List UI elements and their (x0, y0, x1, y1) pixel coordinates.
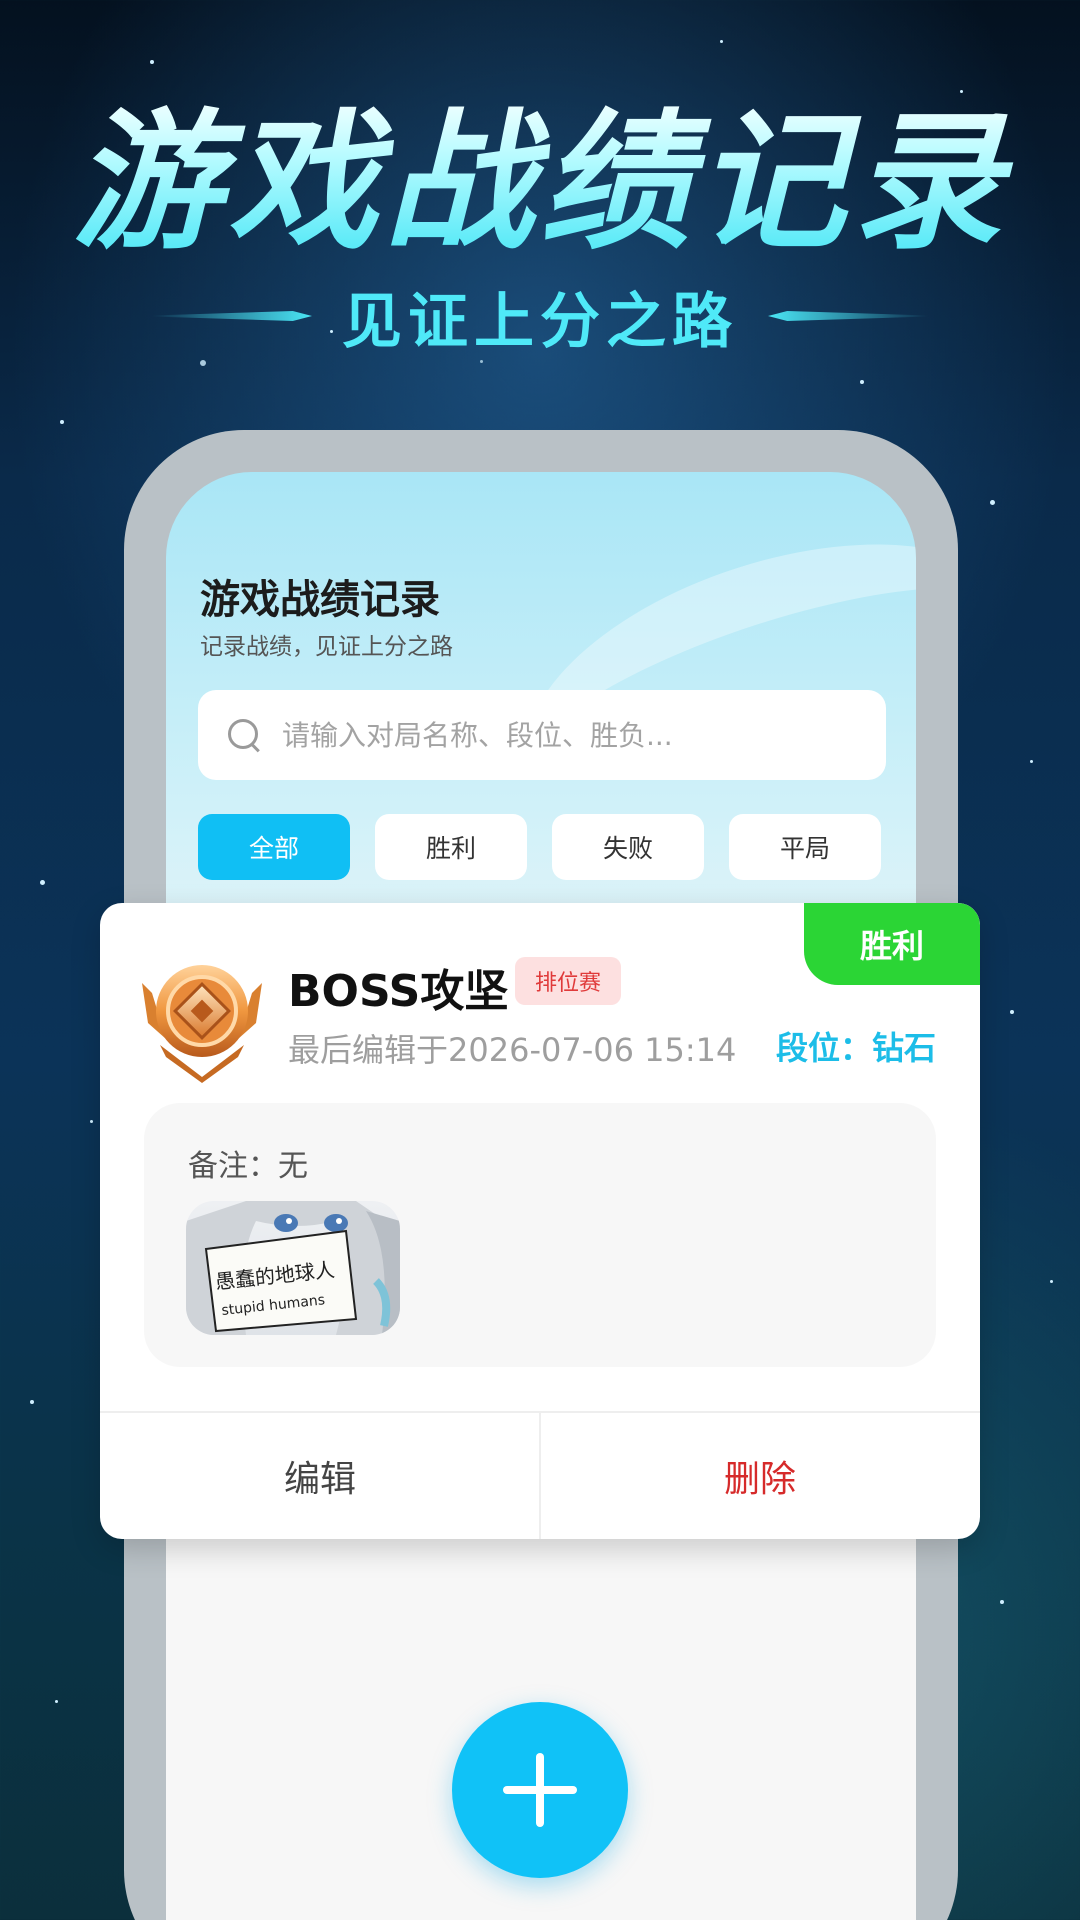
record-card[interactable]: 胜利 BOSS攻坚 排位赛 最后编辑于2026-07-06 15:14 段位：钻… (100, 903, 980, 1539)
hero-divider-right (768, 311, 928, 321)
tab-all[interactable]: 全部 (198, 814, 350, 880)
add-record-button[interactable] (452, 1702, 628, 1878)
mode-tag: 排位赛 (515, 957, 621, 1005)
hero-divider-left (152, 311, 312, 321)
search-input[interactable] (282, 718, 882, 752)
hero-subtitle: 见证上分之路 (342, 286, 738, 357)
plus-icon (503, 1753, 577, 1827)
rank-label: 段位：钻石 (775, 1029, 936, 1067)
hero-title: 游戏战绩记录 (0, 98, 1080, 268)
search-bar[interactable] (198, 690, 886, 780)
tab-lose[interactable]: 失败 (552, 814, 704, 880)
app-subtitle: 记录战绩，见证上分之路 (200, 634, 453, 660)
filter-tabs: 全部 胜利 失败 平局 (198, 814, 886, 880)
edit-button[interactable]: 编辑 (100, 1413, 540, 1539)
game-name: BOSS攻坚 (288, 966, 509, 1017)
note-text: 备注：无 (188, 1149, 308, 1184)
tab-win[interactable]: 胜利 (375, 814, 527, 880)
search-icon (226, 717, 262, 753)
app-title: 游戏战绩记录 (200, 577, 440, 623)
note-box: 备注：无 愚蠢的地球人 stupid humans (144, 1103, 936, 1367)
edited-time: 最后编辑于2026-07-06 15:14 (288, 1031, 737, 1069)
note-image[interactable]: 愚蠢的地球人 stupid humans (186, 1201, 400, 1335)
note-image-art: 愚蠢的地球人 stupid humans (186, 1201, 400, 1335)
hero-subtitle-row: 见证上分之路 (0, 276, 1080, 357)
tab-draw[interactable]: 平局 (729, 814, 881, 880)
rank-medal-icon (142, 965, 262, 1083)
delete-button[interactable]: 删除 (540, 1413, 980, 1539)
result-badge: 胜利 (804, 903, 980, 985)
